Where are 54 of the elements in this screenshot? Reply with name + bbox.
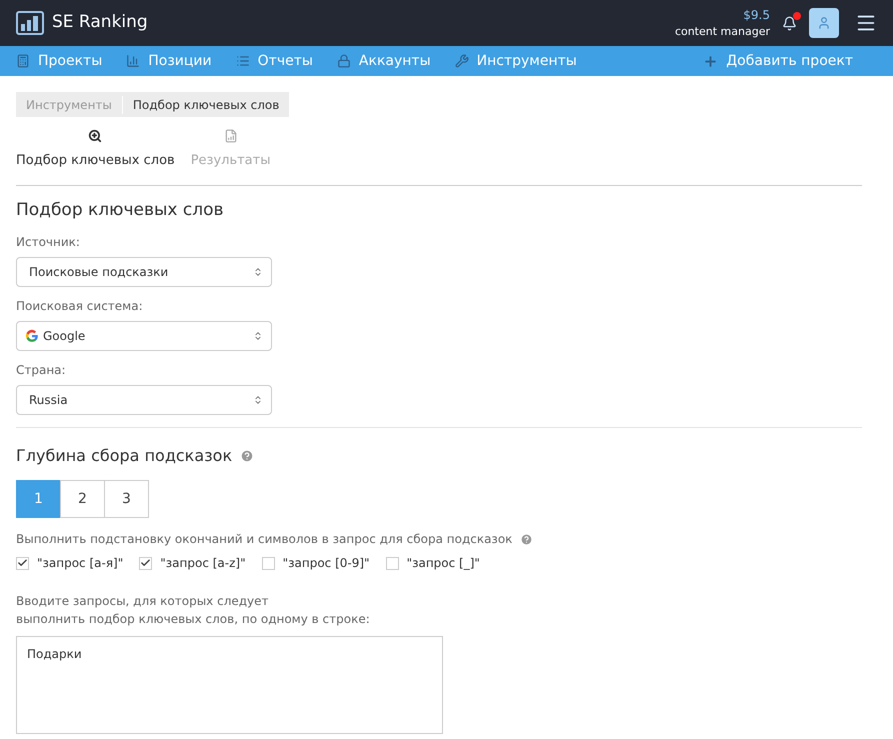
tab[interactable]: Подбор ключевых слов xyxy=(16,129,175,170)
field-label: Источник: xyxy=(16,234,81,251)
select-field[interactable]: Поисковые подсказки xyxy=(16,257,272,287)
field-label: Страна: xyxy=(16,362,67,379)
checkbox[interactable] xyxy=(386,556,399,570)
check-icon xyxy=(140,557,152,569)
depth-option[interactable]: 1 xyxy=(16,480,61,518)
section-title: Глубина сбора подсказок xyxy=(16,445,232,467)
bar-chart-icon xyxy=(126,54,140,68)
role-label: content manager xyxy=(674,24,770,40)
breadcrumb-item: Подбор ключевых слов xyxy=(132,96,280,114)
logo-icon xyxy=(16,11,44,35)
depth-option[interactable]: 2 xyxy=(60,480,105,518)
add-project-link[interactable]: Добавить проект xyxy=(703,50,853,72)
checkbox-label: "запрос [a-z]" xyxy=(160,555,246,572)
wrench-icon xyxy=(454,54,469,68)
select-field[interactable]: Russia xyxy=(16,385,272,415)
field-label: Поисковая система: xyxy=(16,298,144,315)
select-field[interactable]: Google xyxy=(16,321,272,351)
nav-link[interactable]: Проекты xyxy=(16,50,102,72)
avatar-button[interactable] xyxy=(809,8,839,38)
page-title: Подбор ключевых слов xyxy=(16,198,225,222)
checkbox[interactable] xyxy=(262,556,275,570)
updown-icon xyxy=(253,395,263,405)
calculator-icon xyxy=(16,54,30,68)
checkbox[interactable] xyxy=(16,556,29,570)
textarea-hint: Вводите запросы, для которых следует выполнить подбор ключевых слов, по одному в строке: xyxy=(16,593,371,628)
help-icon[interactable] xyxy=(520,532,534,546)
nav-link[interactable]: Инструменты xyxy=(454,50,577,72)
updown-icon xyxy=(253,331,263,341)
plus-icon xyxy=(703,54,718,68)
logo-text: SE Ranking xyxy=(52,11,148,34)
checkbox-label: "запрос [0-9]" xyxy=(282,555,370,572)
list-icon xyxy=(236,54,250,68)
updown-icon xyxy=(253,267,263,277)
user-icon xyxy=(817,16,831,30)
queries-textarea[interactable]: Подарки xyxy=(16,636,443,734)
nav-link[interactable]: Позиции xyxy=(126,50,212,72)
breadcrumb-item[interactable]: Инструменты xyxy=(16,96,123,114)
report-icon xyxy=(224,129,238,143)
option-label: Выполнить подстановку окончаний и символов в запрос для сбора подсказок xyxy=(16,531,512,548)
depth-option[interactable]: 3 xyxy=(104,480,149,518)
balance: $9.5 xyxy=(743,6,770,24)
checkbox-label: "запрос [_]" xyxy=(406,555,480,572)
tab[interactable]: Результаты xyxy=(190,129,270,170)
checkbox[interactable] xyxy=(139,556,152,570)
nav-link[interactable]: Отчеты xyxy=(236,50,313,72)
nav-link[interactable]: Аккаунты xyxy=(336,50,431,72)
checkbox-label: "запрос [а-я]" xyxy=(37,555,124,572)
lock-icon xyxy=(336,54,351,68)
check-icon xyxy=(17,557,28,569)
google-logo-icon xyxy=(25,329,39,343)
zoom-icon xyxy=(88,129,102,143)
help-icon[interactable] xyxy=(240,449,254,463)
